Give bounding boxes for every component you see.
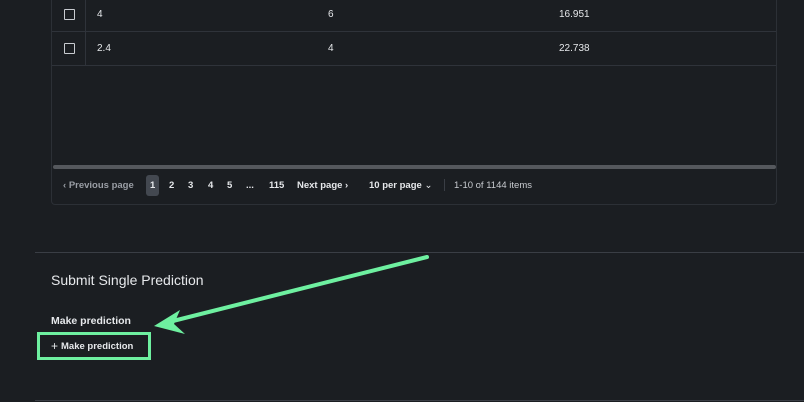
annotation-arrow-icon <box>154 255 429 334</box>
